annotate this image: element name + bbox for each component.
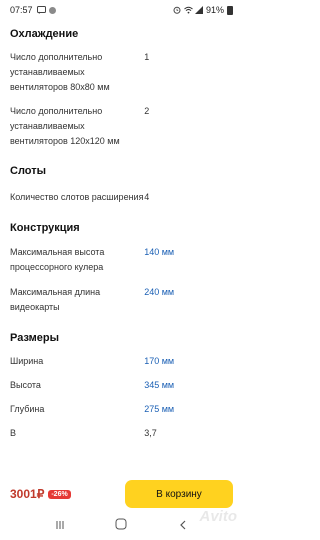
status-time: 07:57 xyxy=(10,5,33,15)
battery-percent: 91% xyxy=(205,5,224,15)
back-icon[interactable] xyxy=(178,517,188,535)
spec-value: 170 мм xyxy=(144,356,175,366)
sms-icon xyxy=(36,6,46,14)
spec-label: Максимальная высота процессорного кулера xyxy=(10,247,105,272)
avito-watermark: Avito xyxy=(199,508,238,525)
spec-label: Число дополнительно устанавливаемых вент… xyxy=(10,106,120,146)
spec-label: В xyxy=(10,428,17,438)
spec-label: Число дополнительно устанавливаемых вент… xyxy=(10,52,110,92)
spec-label: Максимальная длина видеокарты xyxy=(10,287,101,312)
discount-badge: -26% xyxy=(48,489,71,499)
section-title: Охлаждение xyxy=(10,28,79,40)
spec-value: 3,7 xyxy=(144,428,157,438)
add-to-cart-button[interactable]: В корзину xyxy=(125,480,233,508)
spec-value: 140 мм xyxy=(144,247,175,257)
section-title: Размеры xyxy=(10,332,60,344)
wifi-icon xyxy=(184,6,193,14)
spec-label: Количество слотов расширения xyxy=(10,192,144,202)
avatar-icon xyxy=(48,6,56,14)
signal-icon xyxy=(194,6,203,14)
spec-value: 345 мм xyxy=(144,380,175,390)
spec-label: Высота xyxy=(10,380,41,390)
section-title: Слоты xyxy=(10,165,47,177)
bottom-action-bar: 3001₽ -26% В корзину xyxy=(0,476,243,512)
spec-row: Количество слотов расширения 4 xyxy=(10,190,233,205)
spec-value: 1 xyxy=(144,52,150,62)
spec-row: Ширина 170 мм xyxy=(10,354,233,369)
spec-row: Максимальная длина видеокарты 240 мм xyxy=(10,285,233,315)
spec-row: Глубина 275 мм xyxy=(10,402,233,417)
home-icon[interactable] xyxy=(115,517,127,535)
section-title: Конструкция xyxy=(10,222,80,234)
spec-label: Глубина xyxy=(10,404,45,414)
price: 3001₽ xyxy=(10,487,45,501)
spec-value: 4 xyxy=(144,192,150,202)
alarm-icon xyxy=(173,6,181,14)
battery-icon xyxy=(227,5,233,15)
specs-content: Охлаждение Число дополнительно устанавли… xyxy=(0,20,243,441)
spec-value: 240 мм xyxy=(144,287,175,297)
recent-apps-icon[interactable] xyxy=(55,517,65,535)
spec-row: Максимальная высота процессорного кулера… xyxy=(10,245,233,275)
section-cooling: Охлаждение Число дополнительно устанавли… xyxy=(10,28,233,149)
spec-row: Высота 345 мм xyxy=(10,378,233,393)
spec-row: Число дополнительно устанавливаемых вент… xyxy=(10,104,233,149)
section-construction: Конструкция Максимальная высота процессо… xyxy=(10,222,233,315)
spec-value: 275 мм xyxy=(144,404,175,414)
section-slots: Слоты Количество слотов расширения 4 xyxy=(10,165,233,205)
spec-row: Число дополнительно устанавливаемых вент… xyxy=(10,50,233,95)
spec-row: В 3,7 xyxy=(10,426,233,441)
status-bar: 07:57 91% xyxy=(0,0,243,20)
section-dimensions: Размеры Ширина 170 мм Высота 345 мм Глуб… xyxy=(10,332,233,441)
spec-label: Ширина xyxy=(10,356,44,366)
spec-value: 2 xyxy=(144,106,150,116)
